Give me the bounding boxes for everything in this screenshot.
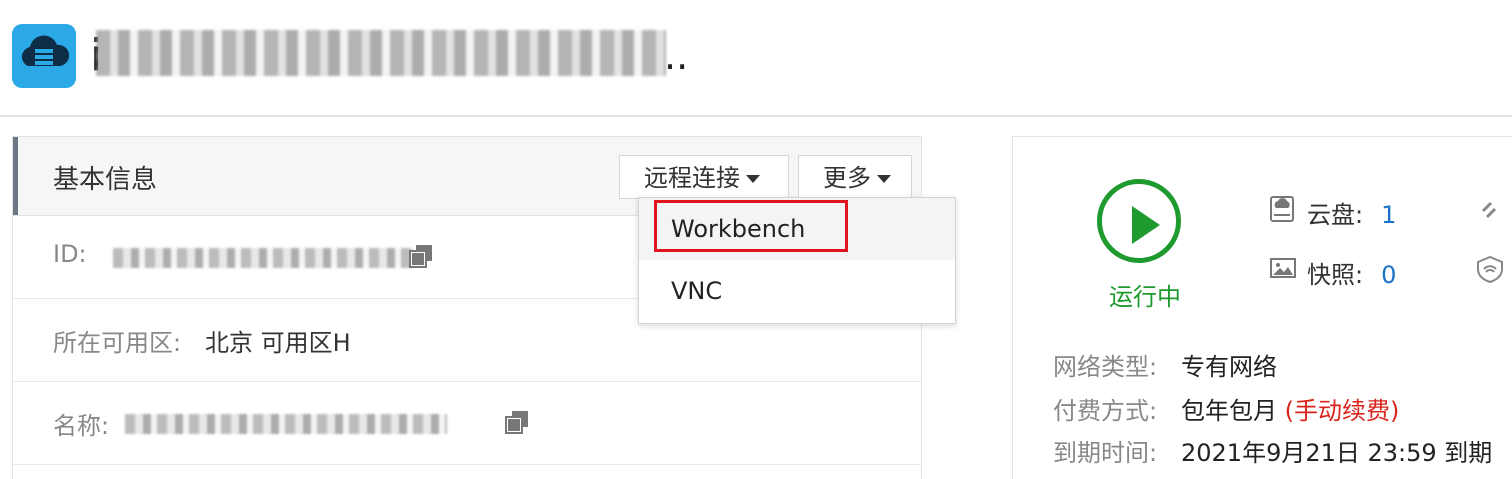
instance-title-ellipsis: .. — [664, 34, 689, 78]
snapshot-label: 快照: — [1307, 261, 1364, 289]
remote-connect-label: 远程连接 — [644, 164, 740, 192]
chevron-down-icon — [877, 175, 891, 183]
expiry-row: 到期时间: 2021年9月21日 23:59 到期 — [1053, 433, 1492, 468]
chevron-down-icon — [746, 175, 760, 183]
security-shield-icon — [1477, 255, 1503, 283]
network-type-row: 网络类型: 专有网络 — [1053, 347, 1277, 382]
redacted-name-value — [125, 414, 447, 434]
snapshot-count[interactable]: 0 — [1381, 261, 1396, 289]
menu-item-label: VNC — [671, 277, 723, 305]
expiry-value: 2021年9月21日 23:59 到期 — [1181, 439, 1493, 467]
redacted-id-value — [113, 248, 413, 268]
billing-row: 付费方式: 包年包月 (手动续费) — [1053, 391, 1399, 426]
basic-info-title: 基本信息 — [53, 165, 158, 195]
cloud-disk-count[interactable]: 1 — [1381, 201, 1396, 229]
copy-icon[interactable] — [505, 410, 529, 434]
annotation-highlight-box — [654, 200, 848, 252]
status-text: 运行中 — [1109, 283, 1181, 311]
disk-icon — [1270, 196, 1294, 222]
network-type-value: 专有网络 — [1181, 353, 1277, 381]
remote-connect-button[interactable]: 远程连接 — [619, 155, 789, 199]
expiry-label: 到期时间: — [1053, 439, 1158, 467]
network-type-label: 网络类型: — [1053, 353, 1158, 381]
cloud-disk-stat: 云盘: 1 — [1307, 195, 1396, 230]
status-panel: 运行中 云盘: 1 快照: 0 网络类型: 专有网络 付费方式: 包年包月 (手动续… — [1012, 136, 1512, 479]
cloud-disk-label: 云盘: — [1307, 201, 1364, 229]
page-header: i .. — [0, 0, 1512, 117]
zone-label: 所在可用区: — [53, 329, 182, 357]
copy-icon[interactable] — [409, 244, 433, 268]
info-row-name: 名称: — [13, 382, 921, 465]
redacted-instance-name — [96, 30, 666, 76]
zone-value: 北京 可用区H — [205, 329, 351, 357]
billing-label: 付费方式: — [1053, 397, 1158, 425]
more-button[interactable]: 更多 — [798, 155, 912, 199]
renewal-note[interactable]: (手动续费) — [1285, 397, 1400, 425]
more-label: 更多 — [823, 164, 871, 192]
id-label: ID: — [53, 240, 87, 268]
billing-value: 包年包月 — [1181, 397, 1277, 425]
link-icon — [1481, 201, 1497, 219]
snapshot-icon — [1270, 258, 1296, 278]
header-accent-bar — [13, 137, 18, 215]
menu-item-vnc[interactable]: VNC — [639, 260, 955, 322]
name-label: 名称: — [53, 412, 110, 440]
running-play-icon — [1097, 179, 1181, 263]
snapshot-stat: 快照: 0 — [1307, 255, 1396, 290]
billing-value-group: 包年包月 (手动续费) — [1181, 391, 1399, 426]
ecs-cloud-icon — [12, 24, 76, 88]
